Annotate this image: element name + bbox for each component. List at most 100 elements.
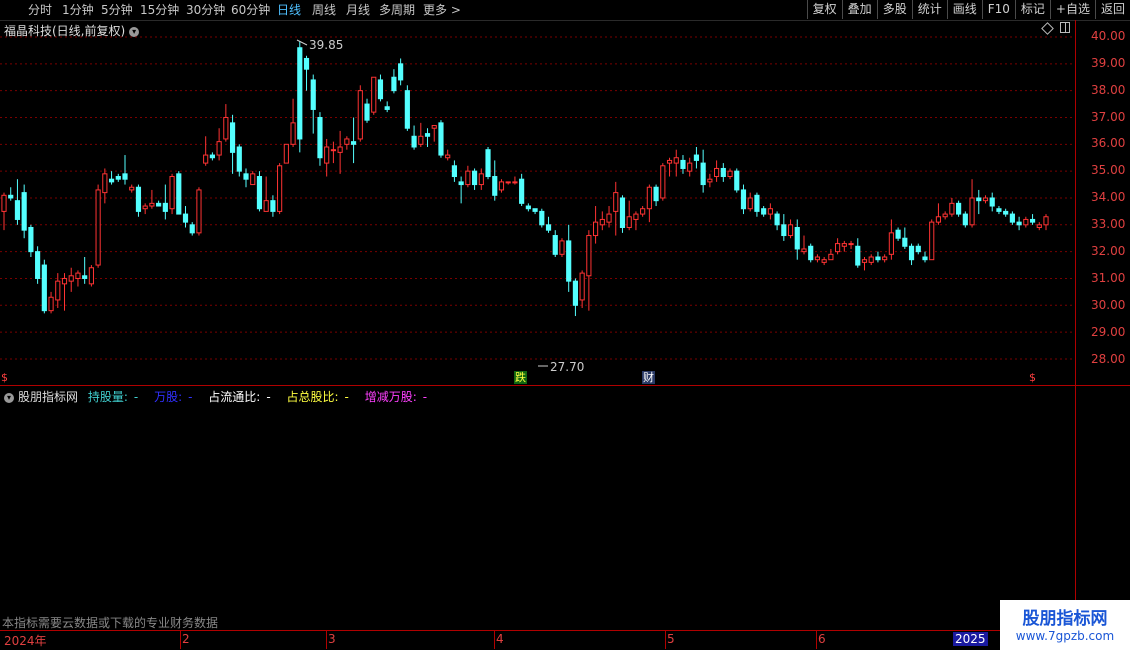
candle [700, 149, 706, 193]
candle [28, 224, 34, 258]
candle [982, 195, 989, 204]
candle [875, 251, 881, 263]
candle [317, 112, 323, 166]
candle [935, 203, 942, 225]
candle [666, 157, 673, 177]
candle [290, 98, 296, 148]
date-label: 2 [182, 632, 190, 646]
candle [330, 141, 336, 164]
candle [303, 55, 310, 91]
candle [149, 189, 155, 209]
watermark-url: www.7gpzb.com [1015, 629, 1115, 643]
signal-marker[interactable]: $ [1028, 371, 1037, 384]
candle [653, 184, 659, 207]
candle [162, 184, 168, 220]
candle [357, 85, 363, 142]
drop-marker[interactable]: 跌 [514, 371, 527, 384]
y-tick: 33.00 [1091, 217, 1126, 231]
low-price-label: 27.70 [550, 360, 585, 374]
candle [35, 246, 41, 284]
candle [727, 168, 733, 180]
candle [108, 171, 115, 185]
candle [169, 173, 175, 215]
candle [418, 122, 424, 148]
candle [808, 243, 814, 263]
candle [176, 171, 182, 215]
candle [350, 117, 357, 164]
signal-marker[interactable]: $ [0, 371, 9, 384]
candle [794, 219, 800, 260]
candle [95, 184, 101, 268]
candle [250, 171, 256, 186]
annotation-pointer [296, 39, 308, 46]
candle [229, 114, 236, 174]
indicator-field-wangu: 万股: - [154, 390, 193, 404]
candle [532, 208, 538, 215]
candle [687, 157, 693, 177]
y-tick: 40.00 [1091, 29, 1126, 43]
indicator-field-change: 增减万股: - [364, 390, 428, 404]
indicator-field-holding: 持股量: - [87, 390, 139, 404]
date-tick [665, 631, 666, 649]
indicator-name[interactable]: 股朋指标网 [18, 390, 78, 404]
candle [75, 270, 81, 287]
candle [707, 173, 713, 188]
candle [263, 176, 269, 212]
candlestick-chart[interactable] [0, 0, 1130, 650]
candle [619, 195, 626, 233]
candle [976, 189, 982, 215]
candle [377, 74, 384, 102]
date-tick [816, 631, 817, 649]
chevron-down-icon[interactable]: ▾ [4, 392, 14, 403]
candle [445, 149, 451, 161]
candle [438, 120, 444, 158]
y-tick: 34.00 [1091, 190, 1126, 204]
date-label: 4 [496, 632, 504, 646]
candle [593, 206, 599, 244]
candle [801, 235, 807, 255]
candle [1023, 216, 1029, 228]
candle [203, 136, 209, 166]
candle [559, 238, 565, 258]
finance-marker[interactable]: 财 [642, 371, 655, 384]
candle [283, 143, 289, 164]
candle [660, 163, 666, 201]
candle [68, 267, 74, 292]
candle [929, 219, 935, 261]
y-tick: 30.00 [1091, 298, 1126, 312]
candle [835, 238, 841, 255]
candle [747, 192, 753, 212]
candle [646, 184, 652, 223]
candle [525, 203, 531, 212]
candle [391, 69, 397, 94]
date-tick [326, 631, 327, 649]
candle [626, 200, 632, 231]
candle [714, 160, 720, 182]
date-tick [494, 631, 495, 649]
candle [8, 187, 14, 201]
indicator-header: ▾ 股朋指标网 持股量: - 万股: - 占流通比: - 占总股比: - 增减万股: - [4, 388, 439, 405]
candle [344, 136, 350, 150]
date-tick [180, 631, 181, 649]
candle [888, 219, 894, 260]
y-tick: 28.00 [1091, 352, 1126, 366]
candle [142, 203, 148, 215]
candle [902, 227, 908, 249]
candle [135, 184, 142, 217]
candle [82, 257, 88, 284]
candle [189, 222, 195, 236]
y-tick: 32.00 [1091, 244, 1126, 258]
date-axis[interactable]: 2024年 2 3 4 5 6 2025 [0, 631, 1075, 650]
candle [451, 160, 457, 182]
y-tick: 31.00 [1091, 271, 1126, 285]
candle [371, 76, 377, 115]
axis-divider [1075, 20, 1076, 630]
date-label-highlight: 2025 [953, 632, 988, 646]
y-tick: 38.00 [1091, 83, 1126, 97]
indicator-note: 本指标需要云数据或下载的专业财务数据 [2, 616, 219, 630]
y-tick: 29.00 [1091, 325, 1126, 339]
candle [88, 265, 94, 287]
date-label: 3 [328, 632, 336, 646]
candle [539, 208, 545, 228]
candle [814, 254, 821, 263]
